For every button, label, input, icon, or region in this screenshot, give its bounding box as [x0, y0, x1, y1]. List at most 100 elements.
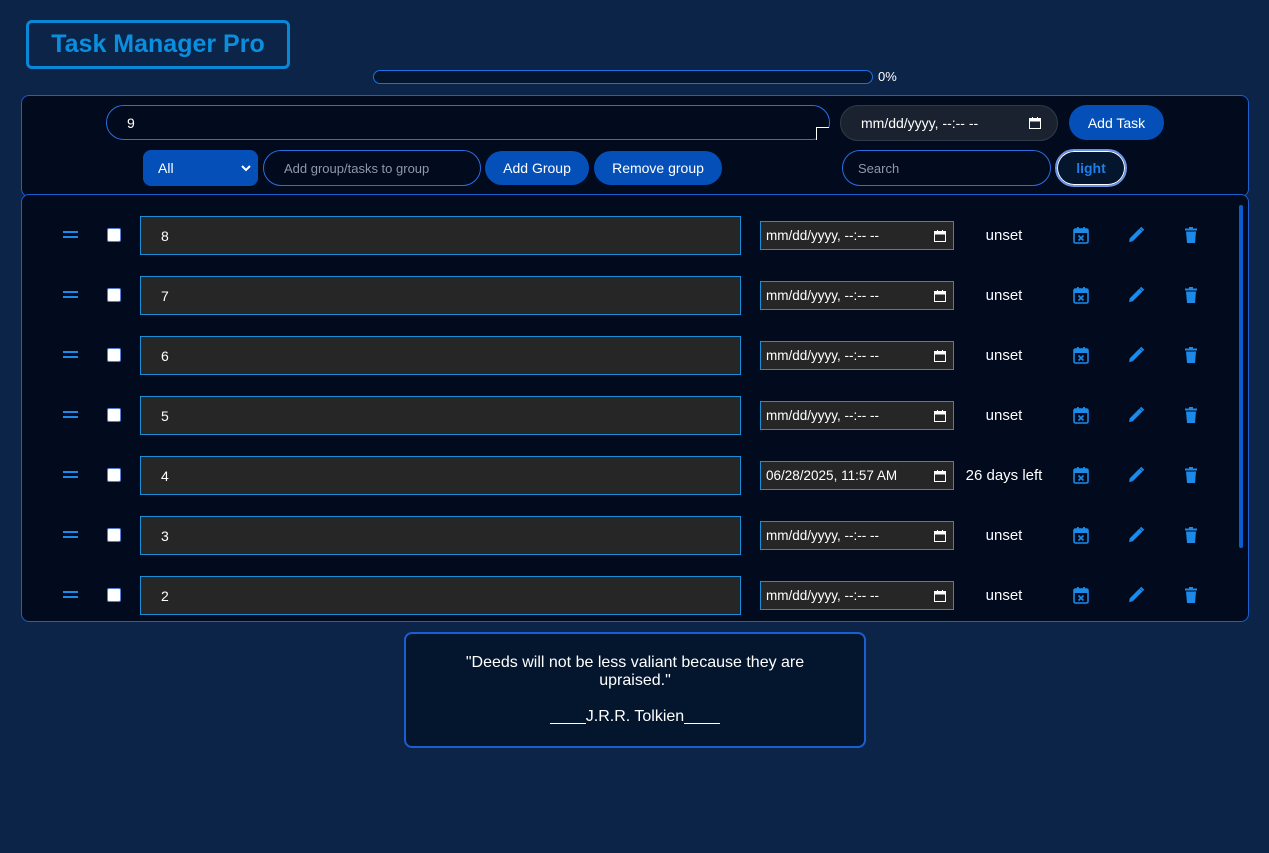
task-row: 7 mm/dd/yyyy, --:-- -- unset	[22, 275, 1222, 315]
calendar-x-icon[interactable]	[1072, 466, 1090, 484]
theme-toggle-button[interactable]: light	[1055, 149, 1127, 187]
calendar-x-icon[interactable]	[1072, 586, 1090, 604]
task-name-input[interactable]: 5	[140, 396, 741, 435]
progress-area: 0%	[373, 69, 897, 84]
task-date-input[interactable]: mm/dd/yyyy, --:-- --	[760, 521, 954, 550]
task-date: mm/dd/yyyy, --:-- --	[766, 588, 879, 603]
pencil-icon[interactable]	[1127, 586, 1145, 604]
group-select[interactable]: All	[143, 150, 258, 186]
task-input-value: 9	[127, 114, 135, 131]
task-checkbox[interactable]	[107, 588, 121, 602]
task-list: 8 mm/dd/yyyy, --:-- -- unset 7 mm/dd/yyyy, -…	[21, 194, 1249, 622]
drag-handle-icon[interactable]	[63, 471, 78, 479]
task-date: mm/dd/yyyy, --:-- --	[766, 228, 879, 243]
drag-handle-icon[interactable]	[63, 531, 78, 539]
quote-author: ____J.R.R. Tolkien____	[550, 708, 720, 725]
pencil-icon[interactable]	[1127, 346, 1145, 364]
search-placeholder: Search	[858, 160, 900, 176]
task-date-input[interactable]: mm/dd/yyyy, --:-- --	[760, 581, 954, 610]
pencil-icon[interactable]	[1127, 286, 1145, 304]
calendar-x-icon[interactable]	[1072, 226, 1090, 244]
task-name-input[interactable]: 2	[140, 576, 741, 615]
task-checkbox[interactable]	[107, 348, 121, 362]
calendar-icon[interactable]	[934, 590, 946, 602]
group-input-placeholder: Add group/tasks to group	[284, 160, 430, 176]
calendar-icon[interactable]	[934, 230, 946, 242]
drag-handle-icon[interactable]	[63, 231, 78, 239]
pencil-icon[interactable]	[1127, 226, 1145, 244]
calendar-icon[interactable]	[934, 530, 946, 542]
task-name: 5	[161, 407, 169, 424]
task-row: 8 mm/dd/yyyy, --:-- -- unset	[22, 215, 1222, 255]
task-list-scrollbar[interactable]	[1239, 205, 1243, 548]
task-name: 8	[161, 227, 169, 244]
calendar-icon[interactable]	[934, 290, 946, 302]
task-date: mm/dd/yyyy, --:-- --	[766, 348, 879, 363]
pencil-icon[interactable]	[1127, 526, 1145, 544]
calendar-x-icon[interactable]	[1072, 526, 1090, 544]
app-title: Task Manager Pro	[51, 30, 265, 58]
task-checkbox[interactable]	[107, 228, 121, 242]
task-checkbox[interactable]	[107, 408, 121, 422]
task-status: unset	[985, 226, 1023, 244]
trash-icon[interactable]	[1182, 466, 1200, 484]
quote-box: "Deeds will not be less valiant because …	[404, 632, 866, 748]
task-date-input[interactable]: 06/28/2025, 11:57 AM	[760, 461, 954, 490]
task-name-input[interactable]: 8	[140, 216, 741, 255]
calendar-icon[interactable]	[1029, 117, 1041, 129]
task-date: 06/28/2025, 11:57 AM	[766, 468, 898, 483]
calendar-x-icon[interactable]	[1072, 406, 1090, 424]
task-name-input[interactable]: 6	[140, 336, 741, 375]
task-date-input[interactable]: mm/dd/yyyy, --:-- --	[760, 341, 954, 370]
task-name-input[interactable]: 4	[140, 456, 741, 495]
trash-icon[interactable]	[1182, 286, 1200, 304]
task-checkbox[interactable]	[107, 528, 121, 542]
deadline-input[interactable]: mm/dd/yyyy, --:-- --	[840, 105, 1058, 141]
drag-handle-icon[interactable]	[63, 411, 78, 419]
task-input[interactable]: 9	[106, 105, 830, 140]
calendar-icon[interactable]	[934, 350, 946, 362]
add-task-button[interactable]: Add Task	[1069, 105, 1164, 140]
drag-handle-icon[interactable]	[63, 291, 78, 299]
add-group-button[interactable]: Add Group	[485, 151, 589, 185]
task-row: 6 mm/dd/yyyy, --:-- -- unset	[22, 335, 1222, 375]
trash-icon[interactable]	[1182, 586, 1200, 604]
drag-handle-icon[interactable]	[63, 591, 78, 599]
task-name: 6	[161, 347, 169, 364]
task-status: unset	[985, 526, 1023, 544]
task-status: unset	[985, 346, 1023, 364]
task-name: 2	[161, 587, 169, 604]
task-date-input[interactable]: mm/dd/yyyy, --:-- --	[760, 281, 954, 310]
task-checkbox[interactable]	[107, 468, 121, 482]
group-input[interactable]: Add group/tasks to group	[263, 150, 481, 186]
trash-icon[interactable]	[1182, 526, 1200, 544]
task-name-input[interactable]: 3	[140, 516, 741, 555]
calendar-icon[interactable]	[934, 470, 946, 482]
task-status: unset	[985, 406, 1023, 424]
task-date-input[interactable]: mm/dd/yyyy, --:-- --	[760, 401, 954, 430]
calendar-icon[interactable]	[934, 410, 946, 422]
resize-grip-icon[interactable]	[816, 127, 829, 140]
task-name-input[interactable]: 7	[140, 276, 741, 315]
task-status: unset	[985, 286, 1023, 304]
calendar-x-icon[interactable]	[1072, 286, 1090, 304]
pencil-icon[interactable]	[1127, 406, 1145, 424]
task-row: 4 06/28/2025, 11:57 AM 26 days left	[22, 455, 1222, 495]
remove-group-button[interactable]: Remove group	[594, 151, 722, 185]
task-date-input[interactable]: mm/dd/yyyy, --:-- --	[760, 221, 954, 250]
search-input[interactable]: Search	[842, 150, 1051, 186]
task-date: mm/dd/yyyy, --:-- --	[766, 288, 879, 303]
drag-handle-icon[interactable]	[63, 351, 78, 359]
chevron-down-icon	[241, 165, 251, 172]
task-name: 7	[161, 287, 169, 304]
pencil-icon[interactable]	[1127, 466, 1145, 484]
trash-icon[interactable]	[1182, 346, 1200, 364]
task-row: 3 mm/dd/yyyy, --:-- -- unset	[22, 515, 1222, 555]
task-row: 5 mm/dd/yyyy, --:-- -- unset	[22, 395, 1222, 435]
trash-icon[interactable]	[1182, 406, 1200, 424]
task-status: unset	[985, 586, 1023, 604]
progress-label: 0%	[878, 69, 897, 84]
calendar-x-icon[interactable]	[1072, 346, 1090, 364]
task-checkbox[interactable]	[107, 288, 121, 302]
trash-icon[interactable]	[1182, 226, 1200, 244]
